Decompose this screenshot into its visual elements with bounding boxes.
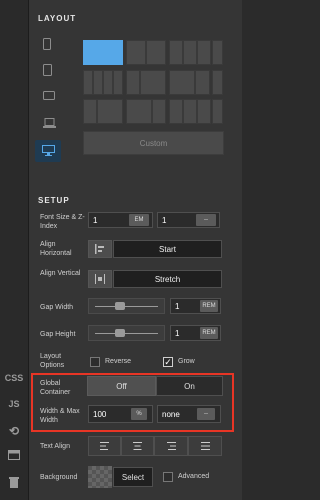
layout-option-r3-7[interactable] [197, 99, 211, 124]
background-label: Background [40, 474, 78, 481]
setup-section-title: SETUP [38, 196, 70, 205]
layout-option-2-col-a[interactable] [126, 40, 146, 65]
align-horizontal-label: Align Horizontal [40, 241, 72, 257]
layout-option-r2-1[interactable] [83, 70, 93, 95]
layout-option-3-col-c[interactable] [197, 40, 211, 65]
layout-option-r2-7[interactable] [169, 70, 195, 95]
custom-layout-button[interactable]: Custom [83, 131, 224, 155]
background-select-button[interactable]: Select [113, 467, 153, 487]
grow-checkbox[interactable]: ✓ [163, 357, 173, 367]
layout-option-r3-4[interactable] [152, 99, 166, 124]
text-align-label: Text Align [40, 443, 70, 450]
history-icon[interactable]: ⟲ [0, 424, 28, 438]
phone-icon[interactable] [43, 38, 51, 53]
layout-option-r3-3[interactable] [126, 99, 152, 124]
z-index-unit[interactable]: -- [196, 214, 216, 226]
layout-option-r3-8[interactable] [212, 99, 223, 124]
gap-width-unit[interactable]: REM [200, 300, 218, 312]
highlight-annotation [31, 373, 234, 432]
gap-height-value: 1 [175, 328, 180, 338]
reverse-checkbox[interactable] [90, 357, 100, 367]
layout-option-2-col-b[interactable] [146, 40, 166, 65]
layout-option-1-col[interactable] [83, 40, 123, 65]
gap-height-slider[interactable] [88, 325, 165, 341]
laptop-icon[interactable] [43, 118, 56, 131]
layout-option-3-col-a[interactable] [169, 40, 183, 65]
layout-option-r2-2[interactable] [93, 70, 103, 95]
align-vertical-icon[interactable] [88, 270, 112, 288]
reverse-label: Reverse [105, 358, 132, 365]
layout-option-r2-5[interactable] [126, 70, 140, 95]
align-horizontal-icon[interactable] [88, 240, 112, 258]
text-align-left-icon[interactable] [88, 436, 121, 456]
align-horizontal-select[interactable]: Start [113, 240, 222, 258]
layout-option-r2-9[interactable] [212, 70, 223, 95]
align-vertical-select[interactable]: Stretch [113, 270, 222, 288]
gap-width-slider-thumb[interactable] [115, 302, 125, 310]
js-tab[interactable]: JS [0, 399, 28, 409]
grow-label: Grow [178, 358, 195, 365]
gap-width-slider-track [95, 306, 158, 307]
text-align-justify-icon[interactable] [188, 436, 222, 456]
font-size-label: Font Size & Z-Index [40, 214, 85, 230]
layout-option-r3-2[interactable] [97, 99, 123, 124]
layout-option-r2-4[interactable] [113, 70, 123, 95]
tablet-landscape-icon[interactable] [43, 91, 55, 103]
layout-option-r3-6[interactable] [183, 99, 197, 124]
gap-width-slider[interactable] [88, 298, 165, 314]
gap-width-label: Gap Width [40, 304, 74, 311]
layout-section-title: LAYOUT [38, 14, 77, 23]
trash-icon[interactable] [0, 476, 28, 490]
gap-height-slider-thumb[interactable] [115, 329, 125, 337]
layout-option-r3-1[interactable] [83, 99, 97, 124]
gap-width-value: 1 [175, 301, 180, 311]
left-rail: CSS JS ⟲ [0, 0, 29, 500]
card-icon[interactable] [0, 450, 28, 462]
font-size-value: 1 [93, 215, 98, 225]
gap-height-label: Gap Height [40, 331, 76, 338]
layout-option-r2-3[interactable] [103, 70, 113, 95]
css-tab[interactable]: CSS [0, 373, 28, 383]
layout-option-4-col-a[interactable] [212, 40, 223, 65]
z-index-value: 1 [162, 215, 167, 225]
layout-options-label: Layout Options [40, 353, 65, 369]
layout-option-r2-8[interactable] [195, 70, 210, 95]
text-align-right-icon[interactable] [154, 436, 188, 456]
desktop-icon[interactable] [42, 145, 55, 159]
advanced-checkbox[interactable] [163, 472, 173, 482]
layout-option-3-col-b[interactable] [183, 40, 197, 65]
background-swatch[interactable] [88, 466, 112, 488]
text-align-center-icon[interactable] [121, 436, 154, 456]
tablet-icon[interactable] [43, 64, 52, 79]
advanced-label: Advanced [178, 473, 210, 480]
layout-option-r2-6[interactable] [140, 70, 166, 95]
gap-height-unit[interactable]: REM [200, 327, 218, 339]
layout-option-r3-5[interactable] [169, 99, 183, 124]
gap-height-slider-track [95, 333, 158, 334]
align-vertical-label: Align Vertical [40, 270, 81, 277]
font-size-unit[interactable]: EM [129, 214, 149, 226]
